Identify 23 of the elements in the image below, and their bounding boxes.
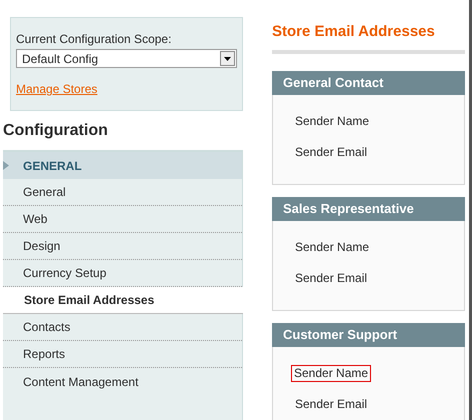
- configuration-heading: Configuration: [3, 120, 108, 140]
- field-label: Sender Email: [295, 145, 368, 160]
- sidebar-item[interactable]: Content Management: [3, 368, 242, 395]
- fieldset-header: Customer Support: [272, 323, 465, 347]
- sidebar-item[interactable]: Contacts: [3, 314, 242, 341]
- fieldset-header: Sales Representative: [272, 197, 465, 221]
- scope-label: Current Configuration Scope:: [16, 32, 172, 47]
- field-label: Sender Name: [292, 366, 370, 381]
- sidebar-item[interactable]: Store Email Addresses: [3, 287, 243, 314]
- field-label: Sender Name: [295, 240, 370, 255]
- field-label: Sender Name: [295, 114, 370, 129]
- triangle-icon: [3, 161, 9, 170]
- sidebar-item[interactable]: Design: [3, 233, 242, 260]
- fieldset-header: General Contact: [272, 71, 465, 95]
- field-label: Sender Email: [295, 397, 368, 412]
- field-label: Sender Email: [295, 271, 368, 286]
- section-header[interactable]: GENERAL: [3, 152, 242, 179]
- scope-select[interactable]: Default Config: [16, 49, 237, 68]
- sidebar-item[interactable]: General: [3, 179, 242, 206]
- page-title: Store Email Addresses: [272, 23, 435, 40]
- sidebar-item[interactable]: Reports: [3, 341, 242, 368]
- dropdown-icon: [220, 51, 235, 66]
- sidebar-item[interactable]: Web: [3, 206, 242, 233]
